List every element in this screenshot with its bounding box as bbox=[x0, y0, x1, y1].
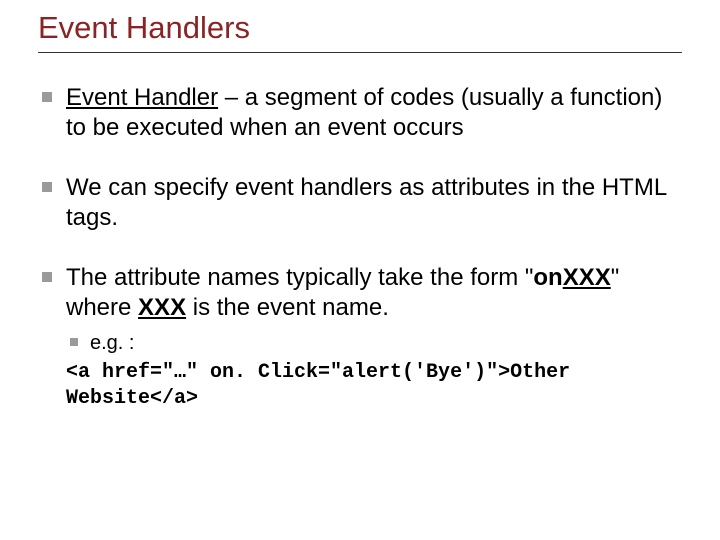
bullet-3-on: on bbox=[533, 264, 562, 291]
bullet-2: We can specify event handlers as attribu… bbox=[38, 173, 682, 233]
sub-list: e.g. : <a href="…" on. Click="alert('Bye… bbox=[66, 331, 682, 412]
slide-title: Event Handlers bbox=[38, 10, 682, 53]
bullet-3-pre: The attribute names typically take the f… bbox=[66, 264, 533, 291]
bullet-list: Event Handler – a segment of codes (usua… bbox=[38, 83, 682, 412]
slide: Event Handlers Event Handler – a segment… bbox=[0, 0, 720, 540]
sub-code: <a href="…" on. Click="alert('Bye')">Oth… bbox=[66, 360, 682, 412]
bullet-3-xxx1: XXX bbox=[563, 264, 611, 291]
bullet-3-post: is the event name. bbox=[186, 294, 389, 321]
sub-eg: e.g. : bbox=[66, 331, 682, 356]
bullet-3: The attribute names typically take the f… bbox=[38, 263, 682, 412]
bullet-3-xxx2: XXX bbox=[138, 294, 186, 321]
bullet-1-term: Event Handler bbox=[66, 84, 218, 111]
bullet-1: Event Handler – a segment of codes (usua… bbox=[38, 83, 682, 143]
